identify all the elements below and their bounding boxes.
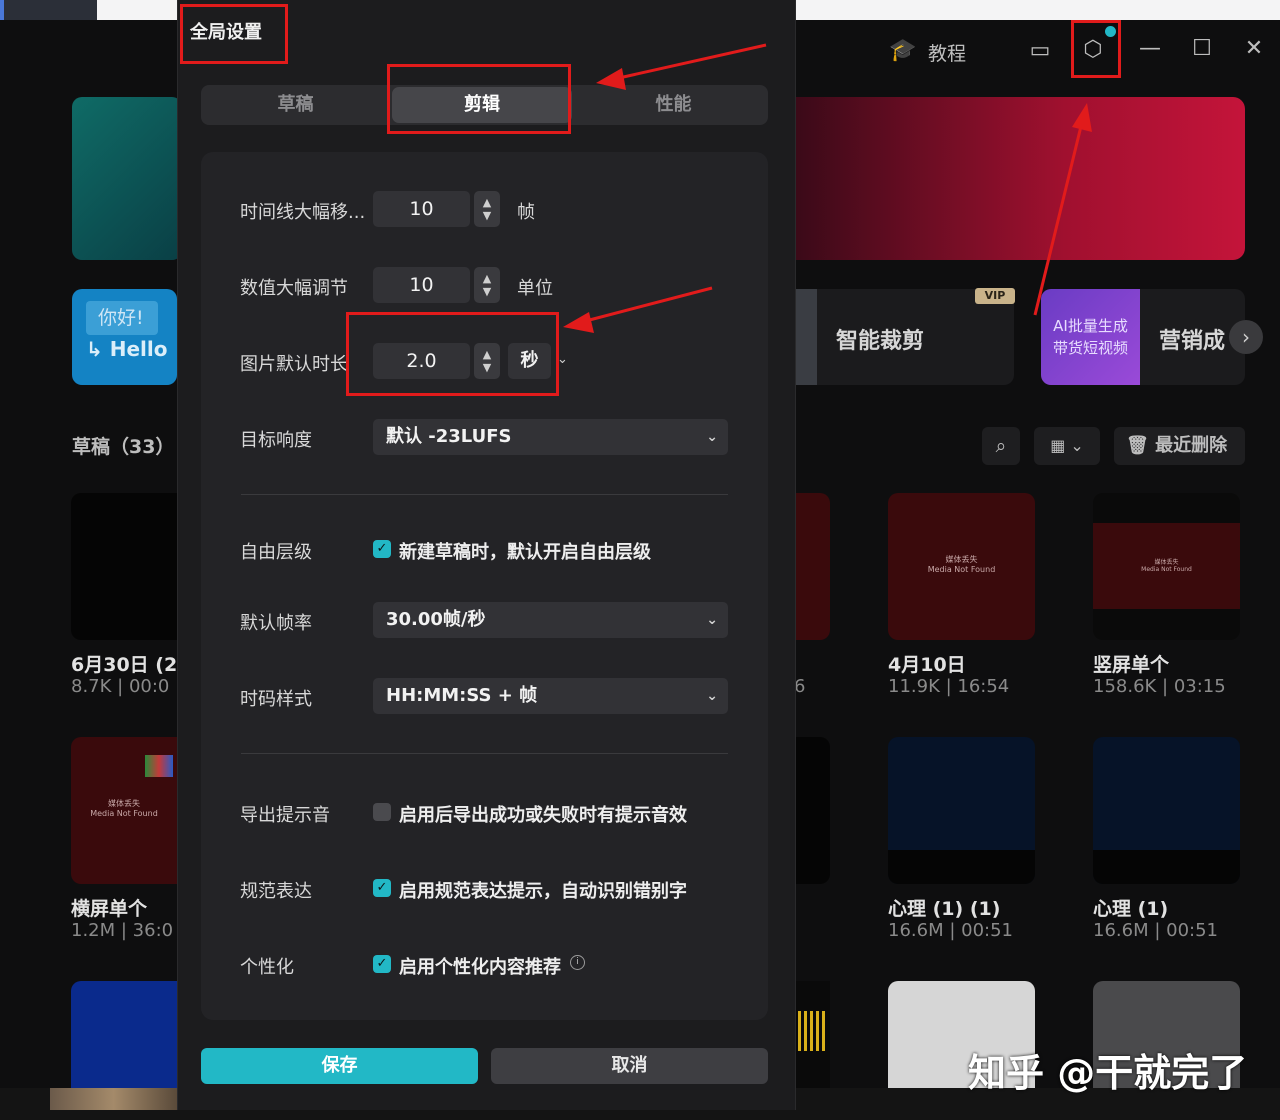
annotation-arrows xyxy=(563,43,1092,333)
watermark: 知乎 @干就完了 xyxy=(968,1051,1248,1095)
